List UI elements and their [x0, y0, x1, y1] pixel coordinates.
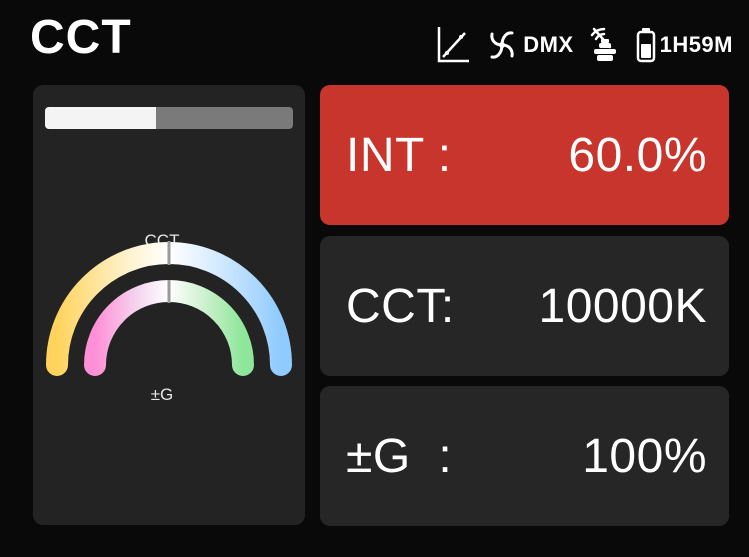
curve-graph-icon: [435, 25, 471, 65]
intensity-value: 60.0%: [568, 128, 707, 182]
dmx-status: DMX: [485, 27, 573, 63]
dmx-label: DMX: [523, 32, 574, 57]
wireless-signal-icon: [588, 25, 622, 65]
battery-status: 1H59M: [636, 27, 733, 63]
mode-title: CCT: [30, 11, 132, 64]
green-magenta-label: ±G :: [346, 429, 453, 483]
cct-value: 10000K: [538, 279, 707, 333]
color-arc-gauge: [46, 241, 292, 376]
cct-card[interactable]: CCT: 10000K: [320, 236, 729, 376]
green-magenta-card[interactable]: ±G : 100%: [320, 386, 729, 526]
gm-gauge-label: ±G: [150, 385, 174, 404]
battery-time: 1H59M: [659, 32, 733, 57]
intensity-label: INT :: [346, 128, 452, 182]
intensity-level-bar: [45, 107, 293, 129]
light-control-screen: CCT DMX 1H59M CCT ±G INT: 60.0% CCT: 10…: [0, 0, 749, 557]
cct-label: CCT:: [346, 279, 455, 333]
intensity-card[interactable]: INT : 60.0%: [320, 85, 729, 225]
fan-icon: [485, 27, 519, 63]
color-preview-panel: CCT ±G: [33, 85, 305, 525]
green-magenta-value: 100%: [582, 429, 707, 483]
battery-icon: [636, 27, 656, 63]
intensity-level-fill: [45, 107, 157, 129]
status-bar: DMX 1H59M: [435, 22, 733, 68]
